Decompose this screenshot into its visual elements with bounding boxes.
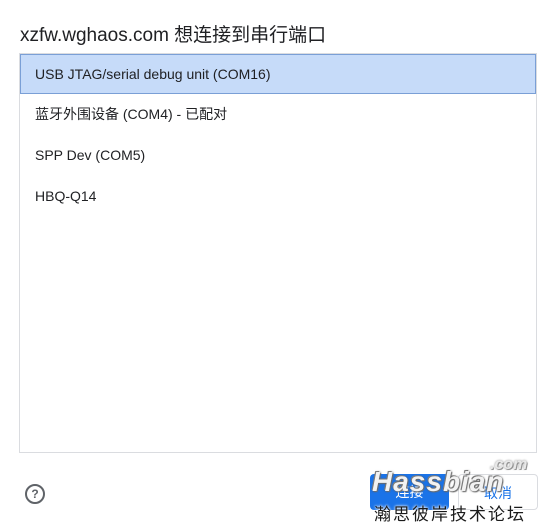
cancel-button[interactable]: 取消 bbox=[458, 474, 538, 510]
port-item-com4[interactable]: 蓝牙外围设备 (COM4) - 已配对 bbox=[20, 94, 536, 135]
port-item-hbq-q14[interactable]: HBQ-Q14 bbox=[20, 176, 536, 217]
connect-button[interactable]: 连接 bbox=[370, 474, 449, 510]
watermark-domain-suffix: .com bbox=[490, 456, 528, 473]
port-item-com16[interactable]: USB JTAG/serial debug unit (COM16) bbox=[20, 54, 536, 94]
port-list[interactable]: USB JTAG/serial debug unit (COM16) 蓝牙外围设… bbox=[19, 53, 537, 453]
port-item-com5[interactable]: SPP Dev (COM5) bbox=[20, 135, 536, 176]
help-icon[interactable]: ? bbox=[25, 484, 45, 504]
serial-port-chooser-dialog: xzfw.wghaos.com 想连接到串行端口 USB JTAG/serial… bbox=[0, 0, 550, 530]
dialog-title: xzfw.wghaos.com 想连接到串行端口 bbox=[20, 25, 327, 46]
